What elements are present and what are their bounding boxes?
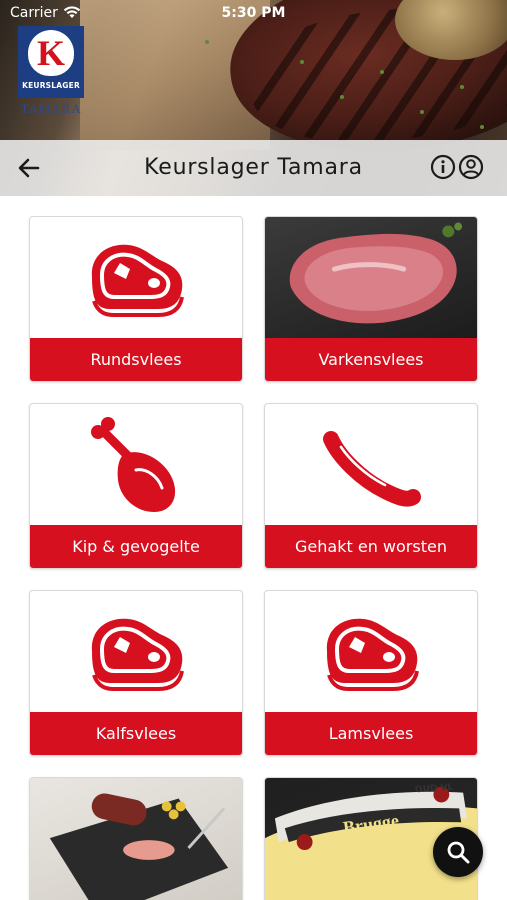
sausage-icon [323, 430, 421, 507]
category-tile-varkensvlees[interactable]: Varkensvlees [264, 216, 478, 382]
meat-steak-icon [326, 618, 419, 691]
info-icon[interactable] [430, 154, 456, 180]
tile-image [30, 217, 242, 340]
category-grid: Rundsvlees Varkensvlees Kip & gevogelte … [0, 196, 507, 900]
meat-steak-icon [91, 244, 184, 317]
tile-label: Kalfsvlees [30, 712, 242, 755]
category-tile-lamsvlees[interactable]: Lamsvlees [264, 590, 478, 756]
category-tile-rundsvlees[interactable]: Rundsvlees [29, 216, 243, 382]
herb-speck [420, 110, 424, 114]
pork-chop-image [289, 222, 463, 324]
herb-speck [380, 70, 384, 74]
chicken-leg-icon [91, 416, 176, 512]
herb-speck [340, 95, 344, 99]
herb-speck [480, 125, 484, 129]
meat-steak-icon [91, 618, 184, 691]
category-tile-kalfsvlees[interactable]: Kalfsvlees [29, 590, 243, 756]
header-banner: Carrier 5:30 PM K KEURSLAGER TAMARA Keur… [0, 0, 507, 196]
tile-label: Rundsvlees [30, 338, 242, 381]
tile-image [265, 404, 477, 527]
herb-speck [460, 85, 464, 89]
charcuterie-image [49, 793, 229, 900]
search-icon [447, 841, 470, 864]
category-tile-gehakt-worsten[interactable]: Gehakt en worsten [264, 403, 478, 569]
navigation-bar: Keurslager Tamara [0, 140, 507, 196]
logo-badge: K KEURSLAGER [18, 26, 84, 98]
user-profile-icon[interactable] [458, 154, 484, 180]
logo-letter: K [36, 33, 65, 73]
logo-shield: K [28, 30, 74, 76]
tile-image [265, 591, 477, 714]
status-bar: Carrier 5:30 PM [0, 0, 507, 28]
pork-photo [265, 217, 477, 340]
tile-label: Varkensvlees [265, 338, 477, 381]
tile-label: Gehakt en worsten [265, 525, 477, 568]
charcuterie-photo [30, 778, 242, 900]
clock: 5:30 PM [221, 5, 286, 21]
tile-image [30, 591, 242, 714]
logo-subname: TAMARA [20, 101, 82, 116]
herb-speck [205, 40, 209, 44]
category-tile-kip-gevogelte[interactable]: Kip & gevogelte [29, 403, 243, 569]
tile-label: Lamsvlees [265, 712, 477, 755]
brand-logo: K KEURSLAGER TAMARA [18, 26, 84, 118]
category-tile-charcuterie[interactable] [29, 777, 243, 900]
tile-image [30, 404, 242, 527]
tile-label: Kip & gevogelte [30, 525, 242, 568]
herb-speck [300, 60, 304, 64]
logo-brand-text: KEURSLAGER [22, 81, 80, 90]
search-button[interactable] [433, 827, 483, 877]
